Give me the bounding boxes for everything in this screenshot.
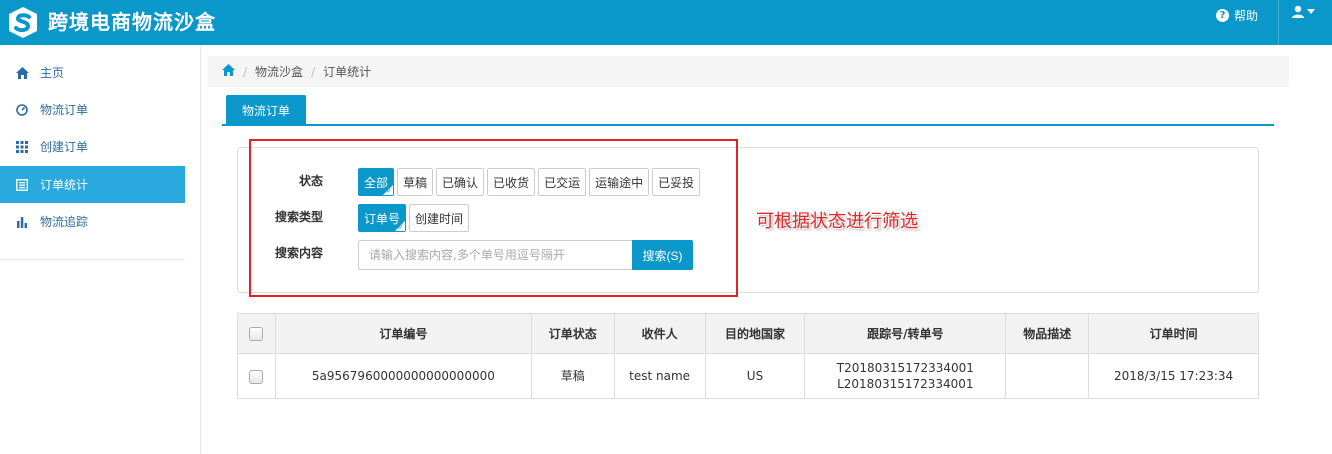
sidebar-item-order-stats[interactable]: 订单统计 (0, 166, 185, 203)
cell-country: US (704, 353, 806, 399)
check-icon: ✓ (398, 223, 405, 231)
orders-table: 订单编号 订单状态 收件人 目的地国家 跟踪号/转单号 物品描述 订单时间 5a… (237, 313, 1259, 399)
sidebar-item-label: 物流订单 (40, 103, 89, 117)
tab-logistics-orders[interactable]: 物流订单 (226, 95, 306, 125)
home-icon (15, 66, 29, 80)
column-header-tracking[interactable]: 跟踪号/转单号 (804, 313, 1007, 354)
caret-down-icon (1307, 9, 1315, 14)
cell-status: 草稿 (530, 353, 615, 399)
breadcrumb-item[interactable]: 物流沙盒 (255, 63, 303, 80)
dashboard-icon (15, 103, 29, 117)
header-divider (1278, 0, 1279, 45)
row-checkbox-cell (237, 353, 276, 399)
help-label: 帮助 (1234, 8, 1259, 23)
column-header-recipient[interactable]: 收件人 (613, 313, 706, 354)
grid-icon (15, 140, 29, 154)
sidebar-item-label: 订单统计 (40, 178, 89, 192)
breadcrumb-separator: / (243, 64, 248, 79)
cell-description (1005, 353, 1090, 399)
breadcrumb: / 物流沙盒 / 订单统计 (208, 56, 1289, 87)
sidebar-item-label: 物流追踪 (40, 215, 89, 229)
user-menu-button[interactable] (1291, 5, 1315, 19)
tracking-number: T20180315172334001 (836, 361, 974, 375)
list-icon (15, 178, 29, 192)
cell-order-time: 2018/3/15 17:23:34 (1088, 353, 1259, 399)
sidebar-item-home[interactable]: 主页 (0, 54, 185, 91)
cell-recipient: test name (613, 353, 706, 399)
transfer-number: L20180315172334001 (837, 377, 974, 391)
top-bar: 跨境电商物流沙盒 ? 帮助 (0, 0, 1332, 45)
column-header-country[interactable]: 目的地国家 (704, 313, 806, 354)
table-row[interactable]: 5a9567960000000000000000 草稿 test name US… (237, 353, 1259, 399)
sidebar-divider (0, 259, 185, 260)
help-link[interactable]: ? 帮助 (1216, 7, 1258, 23)
column-header-description[interactable]: 物品描述 (1005, 313, 1090, 354)
check-icon: ✓ (386, 187, 393, 195)
question-circle-icon: ? (1216, 8, 1229, 22)
bar-chart-icon (15, 215, 29, 229)
breadcrumb-separator: / (311, 64, 316, 79)
cell-tracking: T20180315172334001 L20180315172334001 (804, 353, 1007, 399)
home-icon[interactable] (222, 64, 235, 79)
sidebar-item-label: 创建订单 (40, 140, 89, 154)
sidebar-item-tracking[interactable]: 物流追踪 (0, 203, 185, 240)
table-header-row: 订单编号 订单状态 收件人 目的地国家 跟踪号/转单号 物品描述 订单时间 (237, 313, 1259, 354)
tab-underline (222, 124, 1274, 126)
select-all-checkbox-cell (237, 313, 276, 354)
app-title: 跨境电商物流沙盒 (48, 10, 216, 34)
sidebar-item-logistics-orders[interactable]: 物流订单 (0, 91, 185, 128)
sidebar: 主页 物流订单 创建订单 订单统计 物流追踪 (0, 45, 201, 454)
annotation-highlight-box (249, 139, 738, 297)
select-all-checkbox[interactable] (249, 326, 264, 341)
row-checkbox[interactable] (249, 369, 264, 384)
column-header-order-time[interactable]: 订单时间 (1088, 313, 1259, 354)
column-header-order-no[interactable]: 订单编号 (274, 313, 532, 354)
column-header-status[interactable]: 订单状态 (530, 313, 615, 354)
annotation-text: 可根据状态进行筛选 (756, 211, 918, 232)
cell-order-no: 5a9567960000000000000000 (274, 353, 532, 399)
user-icon (1292, 5, 1304, 18)
breadcrumb-item-current: 订单统计 (323, 65, 372, 79)
s-logo-icon[interactable] (6, 6, 40, 39)
sidebar-item-create-order[interactable]: 创建订单 (0, 128, 185, 165)
sidebar-item-label: 主页 (40, 66, 65, 80)
